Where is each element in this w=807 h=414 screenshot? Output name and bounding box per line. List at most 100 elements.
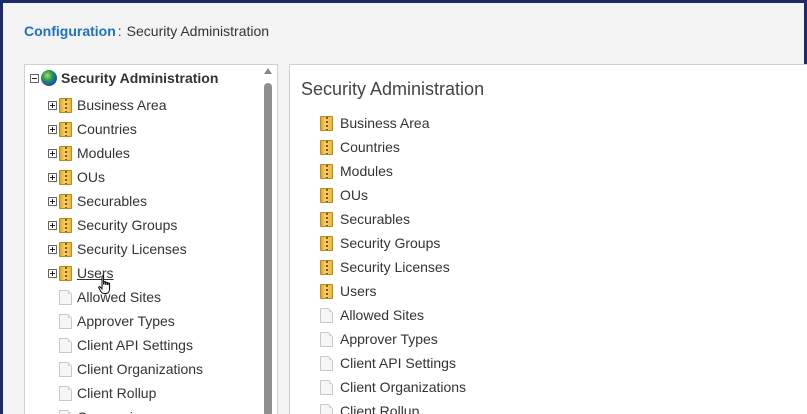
tree-item-allowed-sites[interactable]: Allowed Sites	[25, 285, 265, 309]
expand-icon[interactable]	[48, 100, 57, 110]
tree-item-ous[interactable]: OUs	[25, 165, 265, 189]
expand-icon[interactable]	[48, 268, 57, 278]
tree-item-countries[interactable]: Countries	[25, 117, 265, 141]
tree-item-client-rollup[interactable]: Client Rollup	[25, 381, 265, 405]
content-item-label: Modules	[340, 163, 393, 179]
content-panel: Security Administration Business Area Cou…	[289, 64, 807, 414]
document-icon	[59, 289, 72, 305]
tree-item-users[interactable]: Users	[25, 261, 265, 285]
document-icon	[320, 331, 333, 347]
folder-icon	[320, 283, 333, 299]
tree-item-label: Companies	[77, 409, 148, 414]
tree-item-business-area[interactable]: Business Area	[25, 93, 265, 117]
content-item-label: Approver Types	[340, 331, 438, 347]
document-icon	[59, 409, 72, 414]
content-item-client-rollup[interactable]: Client Rollup	[320, 399, 466, 414]
document-icon	[320, 403, 333, 414]
tree-item-label: Client Rollup	[77, 385, 157, 401]
content-item-client-organizations[interactable]: Client Organizations	[320, 375, 466, 399]
content-item-label: OUs	[340, 187, 368, 203]
content-item-approver-types[interactable]: Approver Types	[320, 327, 466, 351]
folder-icon	[320, 115, 333, 131]
content-item-allowed-sites[interactable]: Allowed Sites	[320, 303, 466, 327]
tree-item-label: Modules	[77, 145, 130, 161]
expand-icon[interactable]	[48, 244, 57, 254]
document-icon	[59, 313, 72, 329]
folder-icon	[320, 163, 333, 179]
tree-item-client-api-settings[interactable]: Client API Settings	[25, 333, 265, 357]
folder-icon	[59, 217, 72, 233]
content-item-label: Client API Settings	[340, 355, 456, 371]
expand-icon[interactable]	[48, 220, 57, 230]
content-item-label: Security Groups	[340, 235, 441, 251]
content-item-client-api-settings[interactable]: Client API Settings	[320, 351, 466, 375]
content-item-ous[interactable]: OUs	[320, 183, 466, 207]
expand-icon[interactable]	[48, 124, 57, 134]
tree-item-modules[interactable]: Modules	[25, 141, 265, 165]
content-title: Security Administration	[301, 79, 485, 99]
tree-item-companies[interactable]: Companies	[25, 405, 265, 414]
folder-icon	[59, 145, 72, 161]
document-icon	[59, 337, 72, 353]
app-frame: Configuration : Security Administration …	[0, 0, 807, 414]
tree-scrollbar[interactable]	[262, 65, 274, 414]
tree-list: Business Area Countries Modules OUs Securabl…	[25, 93, 265, 414]
expand-icon[interactable]	[48, 172, 57, 182]
document-icon	[59, 385, 72, 401]
folder-icon	[59, 265, 72, 281]
document-icon	[59, 361, 72, 377]
content-item-label: Countries	[340, 139, 400, 155]
content-list: Business Area Countries Modules OUs Securabl…	[320, 111, 466, 414]
content-item-security-licenses[interactable]: Security Licenses	[320, 255, 466, 279]
tree-item-label: Securables	[77, 193, 148, 209]
tree-item-securables[interactable]: Securables	[25, 189, 265, 213]
breadcrumb: Configuration : Security Administration	[24, 23, 269, 39]
folder-icon	[59, 169, 72, 185]
tree-item-label: Allowed Sites	[77, 289, 162, 305]
navigation-tree: Security Administration Business Area Cou…	[24, 64, 278, 414]
content-item-label: Security Licenses	[340, 259, 450, 275]
document-icon	[320, 307, 333, 323]
tree-item-label: Client Organizations	[77, 361, 204, 377]
breadcrumb-current: Security Administration	[126, 23, 270, 39]
content-item-label: Client Rollup	[340, 403, 420, 414]
tree-item-label: Client API Settings	[77, 337, 193, 353]
tree-item-security-groups[interactable]: Security Groups	[25, 213, 265, 237]
tree-item-label: OUs	[77, 169, 105, 185]
scroll-up-arrow-icon[interactable]	[264, 68, 272, 74]
folder-icon	[320, 259, 333, 275]
folder-icon	[320, 211, 333, 227]
hand-cursor-icon	[98, 275, 111, 294]
breadcrumb-configuration-link[interactable]: Configuration	[24, 23, 116, 39]
content-item-security-groups[interactable]: Security Groups	[320, 231, 466, 255]
tree-item-label: Security Licenses	[77, 241, 187, 257]
expand-icon[interactable]	[48, 196, 57, 206]
folder-icon	[59, 97, 72, 113]
scroll-thumb[interactable]	[264, 83, 272, 414]
tree-item-label: Countries	[77, 121, 137, 137]
content-item-modules[interactable]: Modules	[320, 159, 466, 183]
tree-item-client-organizations[interactable]: Client Organizations	[25, 357, 265, 381]
tree-root-label: Security Administration	[61, 70, 219, 86]
tree-item-approver-types[interactable]: Approver Types	[25, 309, 265, 333]
globe-icon	[41, 70, 57, 86]
tree-item-label: Business Area	[77, 97, 167, 113]
document-icon	[320, 355, 333, 371]
breadcrumb-separator: :	[117, 23, 122, 39]
document-icon	[320, 379, 333, 395]
tree-root[interactable]: Security Administration	[30, 69, 218, 87]
content-item-users[interactable]: Users	[320, 279, 466, 303]
content-item-countries[interactable]: Countries	[320, 135, 466, 159]
content-item-securables[interactable]: Securables	[320, 207, 466, 231]
content-item-business-area[interactable]: Business Area	[320, 111, 466, 135]
collapse-icon[interactable]	[30, 73, 39, 83]
tree-item-security-licenses[interactable]: Security Licenses	[25, 237, 265, 261]
expand-icon[interactable]	[48, 148, 57, 158]
folder-icon	[59, 121, 72, 137]
content-item-label: Users	[340, 283, 377, 299]
tree-item-label: Security Groups	[77, 217, 178, 233]
content-item-label: Allowed Sites	[340, 307, 425, 323]
tree-item-label: Approver Types	[77, 313, 175, 329]
content-item-label: Securables	[340, 211, 411, 227]
content-item-label: Business Area	[340, 115, 430, 131]
